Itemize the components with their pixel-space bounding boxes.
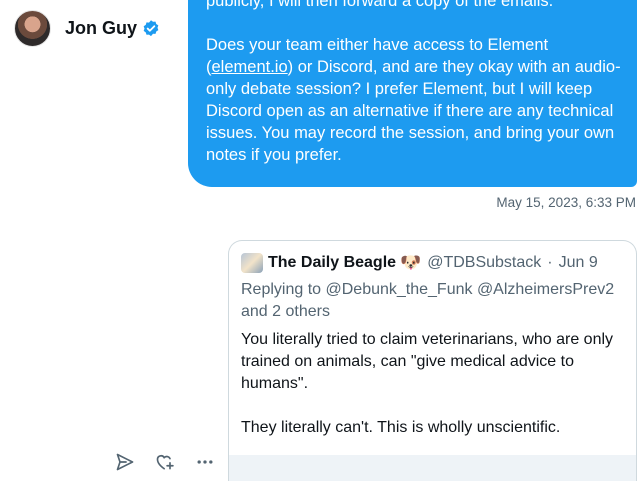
message-paragraph: publicly, I will then forward a copy of … xyxy=(206,0,554,10)
quoted-author-handle: @TDBSubstack xyxy=(427,254,542,271)
quoted-post-spacer xyxy=(241,395,629,417)
quoted-post-date: Jun 9 xyxy=(558,254,598,271)
send-button[interactable] xyxy=(114,451,136,473)
conversation-header: Jon Guy xyxy=(14,10,161,47)
avatar[interactable] xyxy=(14,10,51,47)
more-button[interactable] xyxy=(194,451,216,473)
dog-emoji-icon: 🐶 xyxy=(400,253,422,272)
quoted-post-header: The Daily Beagle 🐶 @TDBSubstack · Jun 9 xyxy=(241,253,598,273)
message-spacer xyxy=(206,12,626,34)
quoted-post-text: You literally tried to claim veterinaria… xyxy=(241,331,614,392)
element-link[interactable]: element.io xyxy=(212,58,288,76)
user-name[interactable]: Jon Guy xyxy=(65,18,137,39)
quoted-post-body: You literally tried to claim veterinaria… xyxy=(241,329,629,439)
quoted-post-text: They literally can't. This is wholly uns… xyxy=(241,419,561,436)
react-button[interactable] xyxy=(154,451,176,473)
heart-plus-icon xyxy=(156,455,174,470)
message-paragraph: Does your team either have access to Ele… xyxy=(206,34,626,166)
message-bubble[interactable]: publicly, I will then forward a copy of … xyxy=(188,0,637,187)
message-actions xyxy=(114,451,216,473)
quoted-post-card[interactable]: The Daily Beagle 🐶 @TDBSubstack · Jun 9 … xyxy=(228,240,637,481)
replying-to: Replying to @Debunk_the_Funk @Alzheimers… xyxy=(241,281,615,320)
message-text: publicly, I will then forward a copy of … xyxy=(206,0,626,166)
message-timestamp: May 15, 2023, 6:33 PM xyxy=(496,195,636,210)
quoted-author-avatar xyxy=(241,253,263,273)
quoted-author-name: The Daily Beagle xyxy=(268,254,397,271)
quoted-post-footer xyxy=(229,455,636,481)
more-icon xyxy=(197,460,213,464)
send-icon xyxy=(116,453,134,471)
verified-badge-icon xyxy=(143,19,159,36)
dot-separator: · xyxy=(547,254,553,271)
